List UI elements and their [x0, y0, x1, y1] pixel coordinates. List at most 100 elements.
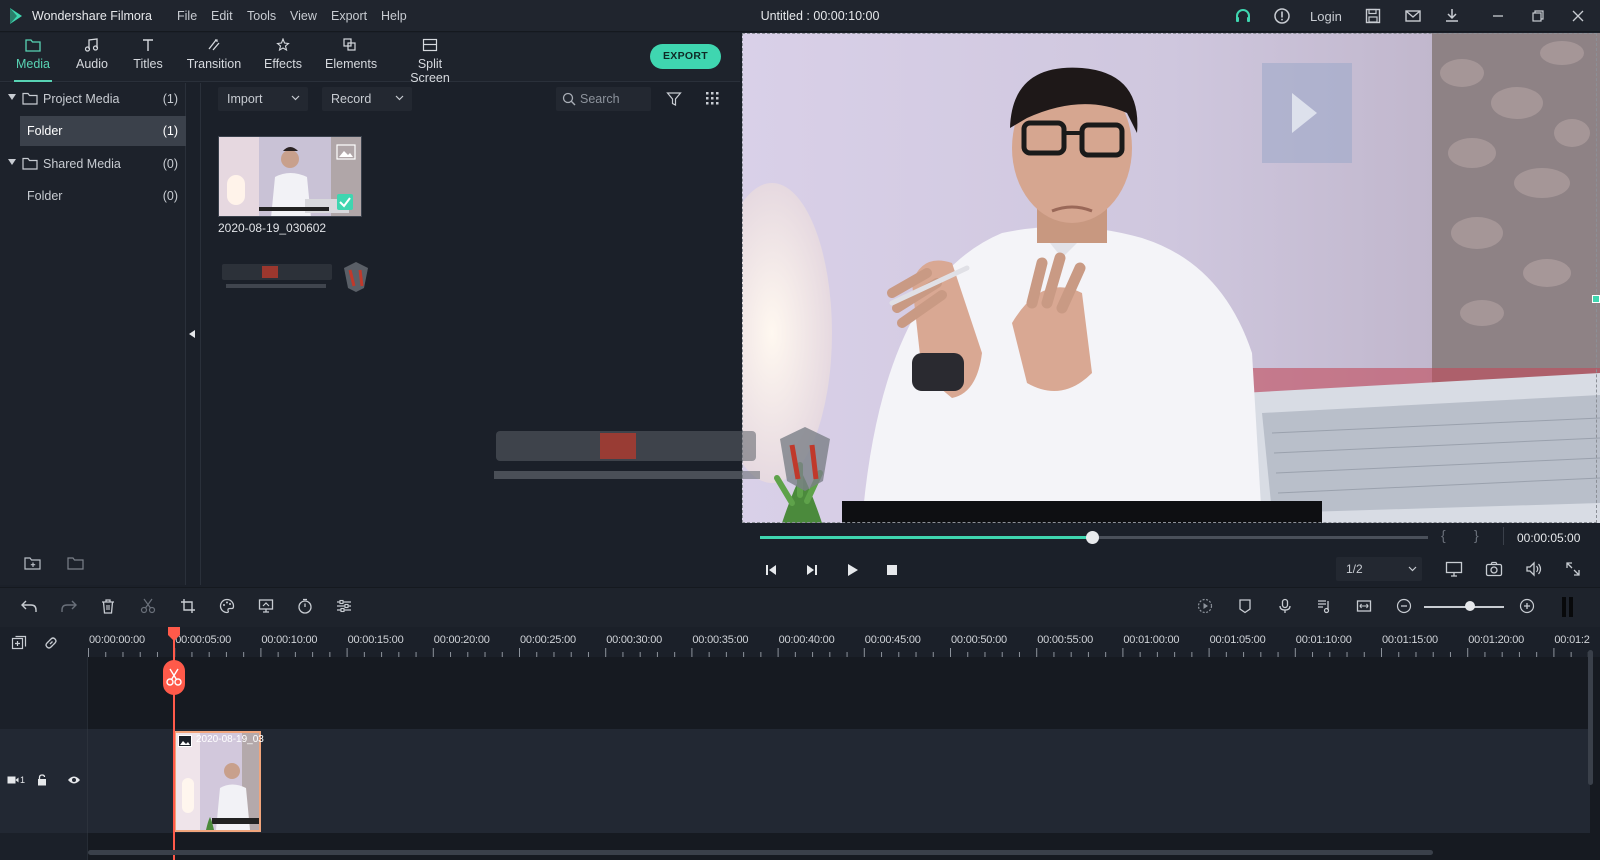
media-item-name: 2020-08-19_030602: [218, 221, 327, 235]
timeline-horizontal-scrollbar[interactable]: [88, 850, 1433, 855]
display-monitor-icon[interactable]: [1445, 561, 1463, 577]
playhead-marker-icon[interactable]: [168, 627, 180, 641]
tree-item-count: (1): [162, 92, 178, 106]
tree-item-shared-media[interactable]: Shared Media (0): [0, 149, 186, 179]
tree-item-folder[interactable]: Folder (1): [20, 116, 186, 146]
collapse-panel-icon[interactable]: [189, 330, 195, 338]
audio-mixer-icon[interactable]: [1316, 598, 1332, 614]
menu-export[interactable]: Export: [331, 9, 367, 23]
folder-outline-icon[interactable]: [67, 556, 85, 571]
fullscreen-icon[interactable]: [1565, 561, 1581, 577]
info-icon[interactable]: [1273, 7, 1291, 25]
tree-item-label: Folder: [27, 189, 63, 203]
voiceover-mic-icon[interactable]: [1277, 598, 1293, 614]
menu-help[interactable]: Help: [381, 9, 407, 23]
chevron-down-icon: [1408, 566, 1417, 572]
login-link[interactable]: Login: [1310, 9, 1342, 24]
tab-transition[interactable]: Transition: [186, 33, 242, 82]
record-dropdown[interactable]: Record: [322, 87, 412, 111]
add-track-icon[interactable]: [11, 635, 27, 651]
import-label: Import: [227, 92, 263, 106]
caret-down-icon[interactable]: [8, 159, 16, 165]
mark-out-button[interactable]: }: [1474, 527, 1479, 543]
track-number: 1: [20, 775, 26, 785]
preview-progress-knob[interactable]: [1086, 531, 1099, 544]
snapshot-camera-icon[interactable]: [1485, 561, 1503, 577]
zoom-in-icon[interactable]: [1519, 598, 1535, 614]
menu-view[interactable]: View: [290, 9, 317, 23]
timeline-vertical-scrollbar[interactable]: [1588, 650, 1593, 785]
previous-frame-icon[interactable]: [764, 563, 778, 577]
volume-icon[interactable]: [1525, 561, 1543, 577]
tree-item-count: (0): [162, 157, 178, 171]
zoom-slider-track[interactable]: [1424, 606, 1504, 608]
color-palette-icon[interactable]: [219, 598, 235, 614]
clip-name: 2020-08-19_03: [196, 734, 264, 745]
preview-controls: [742, 523, 1600, 585]
academy-watermark-logo: [220, 258, 370, 294]
export-button[interactable]: EXPORT: [650, 44, 721, 69]
timeline-pause-icon[interactable]: [1561, 596, 1575, 618]
render-preview-icon[interactable]: [1197, 598, 1213, 614]
zoom-out-icon[interactable]: [1396, 598, 1412, 614]
resize-handle-icon[interactable]: [1592, 295, 1600, 303]
maximize-icon[interactable]: [1529, 7, 1547, 25]
undo-icon[interactable]: [20, 598, 38, 614]
tab-split-screen[interactable]: Split Screen: [398, 33, 462, 85]
eye-visibility-icon[interactable]: [67, 775, 81, 785]
filmora-logo-icon: [8, 7, 24, 25]
close-icon[interactable]: [1569, 7, 1587, 25]
tree-item-label: Shared Media: [43, 157, 121, 171]
crop-icon[interactable]: [180, 598, 196, 614]
folder-icon: [22, 92, 38, 105]
speed-timer-icon[interactable]: [297, 598, 313, 614]
lock-icon[interactable]: [37, 774, 47, 786]
tab-label: Split Screen: [410, 57, 450, 85]
playhead-split-button[interactable]: [163, 660, 185, 695]
ruler-time-label: 00:00:35:00: [692, 634, 749, 646]
tab-label: Media: [15, 57, 51, 71]
redo-icon[interactable]: [60, 598, 78, 614]
menu-file[interactable]: File: [177, 9, 197, 23]
link-icon[interactable]: [43, 635, 59, 651]
tab-effects[interactable]: Effects: [263, 33, 303, 82]
tree-item-count: (1): [162, 124, 178, 138]
import-dropdown[interactable]: Import: [218, 87, 308, 111]
grid-view-icon[interactable]: [705, 91, 720, 106]
tab-media[interactable]: Media: [14, 33, 52, 82]
next-frame-icon[interactable]: [805, 563, 819, 577]
mark-in-button[interactable]: {: [1441, 527, 1446, 543]
tree-item-shared-folder[interactable]: Folder (0): [0, 181, 186, 211]
green-screen-icon[interactable]: [258, 598, 274, 614]
tab-label: Transition: [186, 57, 242, 71]
download-icon[interactable]: [1443, 7, 1461, 25]
mail-icon[interactable]: [1404, 7, 1422, 25]
new-folder-icon[interactable]: [24, 556, 42, 571]
save-icon[interactable]: [1364, 7, 1382, 25]
tab-elements[interactable]: Elements: [325, 33, 377, 82]
ruler-time-label: 00:01:15:00: [1382, 634, 1438, 646]
fit-timeline-icon[interactable]: [1356, 598, 1372, 614]
delete-trash-icon[interactable]: [100, 598, 116, 614]
menu-tools[interactable]: Tools: [247, 9, 276, 23]
chevron-down-icon: [395, 95, 404, 101]
filter-icon[interactable]: [666, 91, 682, 107]
caret-down-icon[interactable]: [8, 94, 16, 100]
tree-item-label: Project Media: [43, 92, 120, 106]
marker-icon[interactable]: [1237, 598, 1253, 614]
tree-item-project-media[interactable]: Project Media (1): [0, 84, 186, 114]
menu-edit[interactable]: Edit: [211, 9, 233, 23]
headset-icon[interactable]: [1234, 7, 1252, 25]
preview-video-frame[interactable]: [742, 33, 1600, 523]
zoom-slider-knob[interactable]: [1465, 601, 1475, 611]
stop-icon[interactable]: [886, 564, 898, 576]
minimize-icon[interactable]: [1489, 7, 1507, 25]
tab-audio[interactable]: Audio: [74, 33, 110, 82]
media-item-thumbnail[interactable]: [218, 136, 362, 217]
play-icon[interactable]: [845, 563, 859, 577]
tree-item-count: (0): [162, 189, 178, 203]
ruler-time-label: 00:00:25:00: [520, 634, 576, 646]
tab-titles[interactable]: Titles: [132, 33, 164, 82]
adjust-sliders-icon[interactable]: [336, 598, 352, 614]
split-scissors-icon[interactable]: [140, 598, 156, 614]
